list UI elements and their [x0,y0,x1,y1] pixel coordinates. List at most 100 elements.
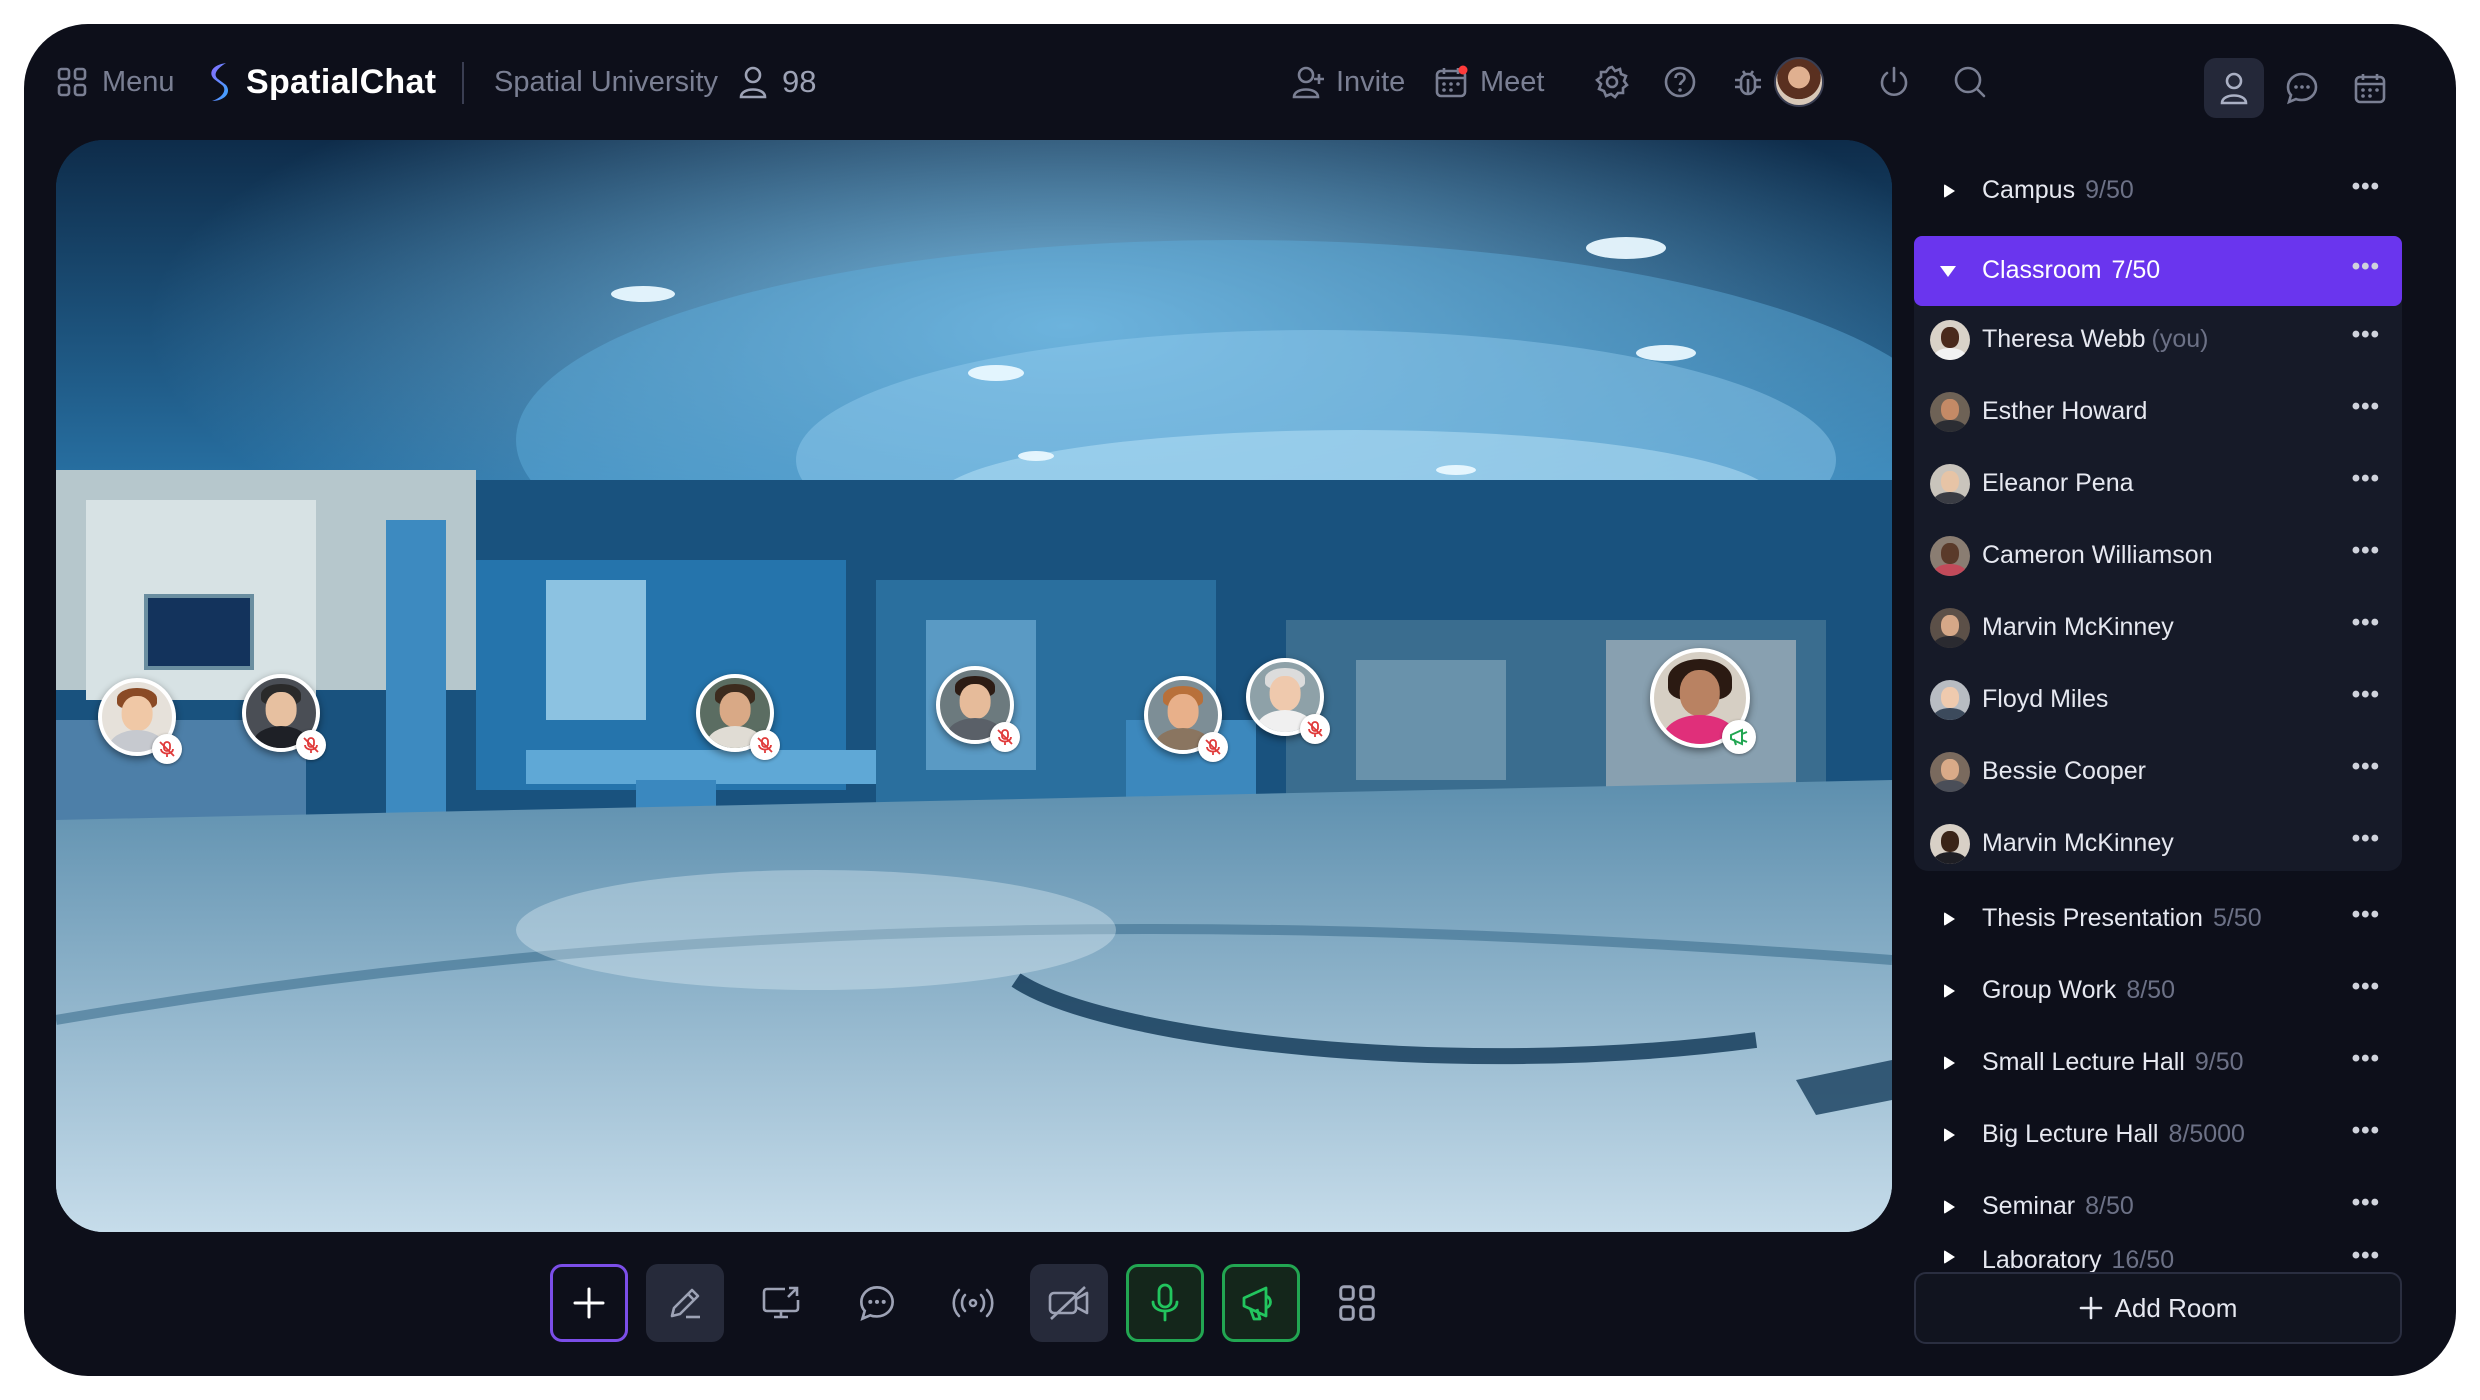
invite-button[interactable]: Invite [1292,58,1405,106]
more-dots-icon[interactable]: ••• [2352,825,2380,853]
add-room-label: Add Room [2114,1292,2238,1323]
bug-icon [1735,70,1761,96]
more-dots-icon[interactable]: ••• [2352,753,2380,781]
avatar [1930,392,1970,432]
room-count: 5/50 [2212,904,2262,932]
meet-button[interactable]: Meet [1434,58,1544,106]
occupant-item[interactable]: Bessie Cooper ••• [1914,735,2402,807]
occupant-item[interactable]: Marvin McKinney ••• [1914,591,2402,663]
room-name: Classroom [1982,256,2102,284]
camera-toggle-button[interactable] [1030,1264,1108,1342]
occupant-name: Marvin McKinney [1982,829,2174,857]
expand-icon[interactable] [1944,1128,1955,1142]
more-dots-icon[interactable]: ••• [2352,973,2380,1001]
member-count[interactable]: 98 [738,58,816,106]
brand-logo[interactable]: SpatialChat [204,58,436,106]
brand-name: SpatialChat [246,62,437,101]
occupant-item[interactable]: Marvin McKinney ••• [1914,807,2402,879]
room-item[interactable]: Big Lecture Hall 8/5000 ••• [1914,1100,2402,1170]
more-dots-icon[interactable]: ••• [2352,173,2380,201]
more-dots-icon[interactable]: ••• [2352,253,2380,281]
more-dots-icon[interactable]: ••• [2352,465,2380,493]
more-dots-icon[interactable]: ••• [2352,1244,2380,1270]
room-stage[interactable] [56,140,1892,1232]
room-name: Big Lecture Hall [1982,1120,2159,1148]
room-count: 8/50 [2126,976,2175,1004]
megaphone-icon [1242,1286,1272,1321]
calendar-icon [1435,65,1468,98]
occupant-item[interactable]: Eleanor Pena ••• [1914,447,2402,519]
more-dots-icon[interactable]: ••• [2352,1117,2380,1145]
avatar [1930,608,1970,648]
more-dots-icon[interactable]: ••• [2352,681,2380,709]
room-item-active[interactable]: Classroom 7/50 ••• [1914,236,2402,306]
user-avatar[interactable] [1774,57,1824,107]
occupant-name: Bessie Cooper [1982,757,2146,785]
more-dots-icon[interactable]: ••• [2352,393,2380,421]
plus-icon [573,1287,605,1319]
room-name: Campus [1982,176,2076,204]
room-name: Seminar [1982,1192,2076,1220]
microphone-icon [1151,1283,1179,1322]
room-item[interactable]: Thesis Presentation 5/50 ••• [1914,884,2402,954]
occupant-item[interactable]: Floyd Miles ••• [1914,663,2402,735]
tab-people[interactable] [2204,58,2264,118]
tab-calendar[interactable] [2340,58,2400,118]
settings-button[interactable] [1588,58,1636,106]
calendar-icon [2354,74,2386,104]
more-dots-icon[interactable]: ••• [2352,537,2380,565]
expand-icon[interactable] [1944,1200,1955,1214]
menu-button[interactable]: Menu [56,58,175,106]
room-item[interactable]: Campus 9/50 ••• [1914,156,2402,226]
more-dots-icon[interactable]: ••• [2352,1045,2380,1073]
avatar [1930,824,1970,864]
leave-button[interactable] [1870,58,1918,106]
pencil-icon [670,1288,700,1319]
search-button[interactable] [1946,58,1994,106]
more-dots-icon[interactable]: ••• [2352,609,2380,637]
avatar [1930,752,1970,792]
space-name[interactable]: Spatial University [494,58,718,106]
expand-icon[interactable] [1944,1250,1955,1264]
screen-share-icon [762,1286,800,1319]
grid-icon [1339,1285,1375,1321]
room-count: 9/50 [2085,176,2134,204]
room-name: Laboratory [1982,1246,2102,1274]
room-count: 8/5000 [2168,1120,2245,1148]
more-dots-icon[interactable]: ••• [2352,321,2380,349]
report-bug-button[interactable] [1724,58,1772,106]
apps-button[interactable] [1318,1264,1396,1342]
search-icon [1954,66,1986,98]
more-dots-icon[interactable]: ••• [2352,1189,2380,1217]
room-name: Thesis Presentation [1982,904,2203,932]
power-icon [1880,66,1908,96]
occupant-item[interactable]: Esther Howard ••• [1914,375,2402,447]
room-item[interactable]: Group Work 8/50 ••• [1914,956,2402,1026]
broadcast-button[interactable] [934,1264,1012,1342]
occupant-item[interactable]: Theresa Webb (you) ••• [1914,303,2402,375]
megaphone-button[interactable] [1222,1264,1300,1342]
room-occupants-list: Theresa Webb (you) ••• Esther Howard ••• … [1914,301,2402,871]
add-user-icon [1292,66,1324,99]
more-dots-icon[interactable]: ••• [2352,901,2380,929]
occupant-item[interactable]: Cameron Williamson ••• [1914,519,2402,591]
expand-icon[interactable] [1944,1056,1955,1070]
chat-icon [2286,72,2318,105]
tab-chat[interactable] [2272,58,2332,118]
draw-button[interactable] [646,1264,724,1342]
add-content-button[interactable] [550,1264,628,1342]
room-count: 9/50 [2194,1048,2244,1076]
help-button[interactable] [1656,58,1704,106]
collapse-icon[interactable] [1940,266,1956,277]
add-room-button[interactable]: Add Room [1914,1272,2402,1344]
expand-icon[interactable] [1944,184,1955,198]
menu-label: Menu [102,65,175,98]
room-item[interactable]: Seminar 8/50 ••• [1914,1172,2402,1242]
microphone-button[interactable] [1126,1264,1204,1342]
expand-icon[interactable] [1944,984,1955,998]
mic-muted-icon [152,734,182,764]
screen-share-button[interactable] [742,1264,820,1342]
expand-icon[interactable] [1944,912,1955,926]
chat-button[interactable] [838,1264,916,1342]
room-item[interactable]: Small Lecture Hall 9/50 ••• [1914,1028,2402,1098]
